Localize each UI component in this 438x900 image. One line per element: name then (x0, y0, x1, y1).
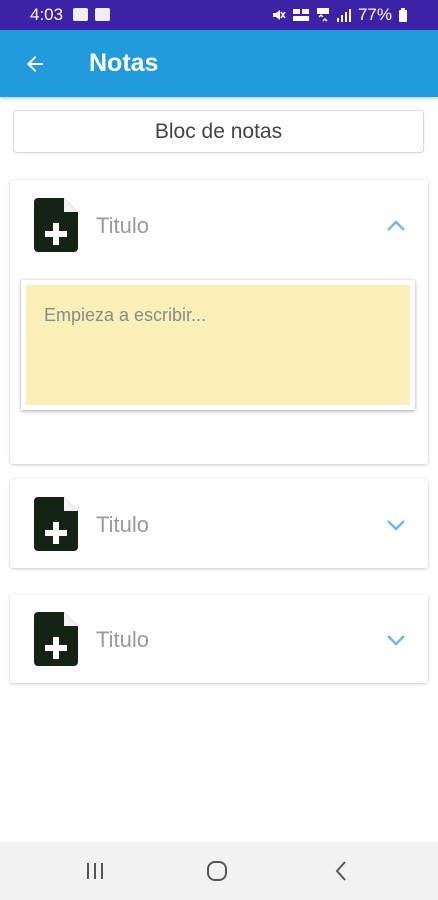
note-title: Titulo (96, 512, 149, 537)
note-body-textarea[interactable] (26, 285, 410, 405)
page-title: Notas (89, 49, 159, 77)
notebook-name-input[interactable] (14, 118, 423, 145)
recents-icon (87, 863, 103, 879)
back-button[interactable] (14, 43, 56, 85)
arrow-left-icon (27, 56, 43, 72)
home-button[interactable] (202, 856, 232, 886)
mute-icon (272, 10, 286, 20)
system-nav-bar (0, 842, 438, 900)
note-title: Titulo (96, 627, 149, 652)
nav-back-button[interactable] (326, 856, 356, 886)
back-icon (335, 861, 346, 881)
note-add-icon (34, 612, 78, 666)
battery-percentage: 77% (357, 5, 392, 24)
note-card: Titulo (10, 180, 428, 464)
note-card-header[interactable]: Titulo (10, 180, 428, 272)
chevron-down-icon[interactable] (384, 513, 408, 537)
notes-screen: 4:03 77% Notas Bloc de notas Titulo Empi… (0, 0, 438, 900)
home-icon (207, 861, 227, 881)
note-add-icon (34, 198, 78, 252)
battery-icon (399, 8, 407, 22)
chevron-down-icon[interactable] (384, 628, 408, 652)
note-card: Titulo (10, 479, 428, 568)
note-card: Titulo (10, 594, 428, 683)
vowifi-icon (292, 9, 309, 21)
note-add-icon (34, 497, 78, 551)
note-card-header[interactable]: Titulo (10, 594, 428, 683)
4g-icon (316, 8, 329, 22)
note-card-header[interactable]: Titulo (10, 479, 428, 568)
note-title: Titulo (96, 213, 149, 238)
status-time: 4:03 (30, 5, 64, 24)
note-body (21, 280, 415, 410)
status-bar: 4:03 77% (0, 0, 438, 30)
notification-icon (73, 8, 88, 21)
recents-button[interactable] (80, 856, 110, 886)
notebook-name-field[interactable] (13, 110, 424, 153)
app-bar: Notas (0, 30, 438, 97)
chevron-up-icon[interactable] (384, 214, 408, 238)
mail-icon (95, 8, 110, 21)
signal-icon (336, 9, 351, 22)
